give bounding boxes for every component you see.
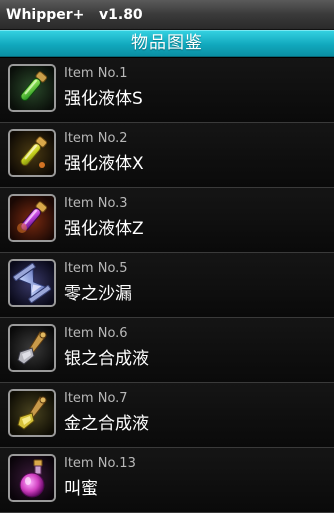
item-name: 零之沙漏 (64, 284, 132, 304)
list-item[interactable]: Item No.6 银之合成液 (0, 318, 334, 383)
item-number: Item No.1 (64, 66, 128, 81)
hourglass-icon (8, 259, 56, 307)
yellow-potion-vial-icon (8, 129, 56, 177)
page-header: 物品图鉴 (0, 30, 334, 57)
item-number: Item No.7 (64, 391, 128, 406)
purple-potion-vial-icon (8, 194, 56, 242)
item-number: Item No.5 (64, 261, 128, 276)
item-name: 叫蜜 (64, 479, 98, 499)
gold-tool-icon (8, 389, 56, 437)
item-number: Item No.2 (64, 131, 128, 146)
list-item[interactable]: Item No.3 强化液体Z (0, 188, 334, 253)
list-item[interactable]: Item No.1 强化液体S (0, 58, 334, 123)
pink-potion-bottle-icon (8, 454, 56, 502)
item-number: Item No.6 (64, 326, 128, 341)
page-title: 物品图鉴 (131, 33, 203, 53)
silver-tool-icon (8, 324, 56, 372)
item-name: 金之合成液 (64, 414, 149, 434)
list-item[interactable]: Item No.13 叫蜜 (0, 448, 334, 513)
app-titlebar: Whipper+ v1.80 (0, 0, 334, 30)
list-item[interactable]: Item No.7 金之合成液 (0, 383, 334, 448)
item-number: Item No.3 (64, 196, 128, 211)
item-name: 强化液体S (64, 89, 143, 109)
app-title: Whipper+ v1.80 (6, 7, 143, 23)
list-item[interactable]: Item No.2 强化液体X (0, 123, 334, 188)
item-name: 强化液体Z (64, 219, 144, 239)
item-name: 银之合成液 (64, 349, 149, 369)
list-item[interactable]: Item No.5 零之沙漏 (0, 253, 334, 318)
item-name: 强化液体X (64, 154, 144, 174)
green-potion-vial-icon (8, 64, 56, 112)
item-number: Item No.13 (64, 456, 136, 471)
